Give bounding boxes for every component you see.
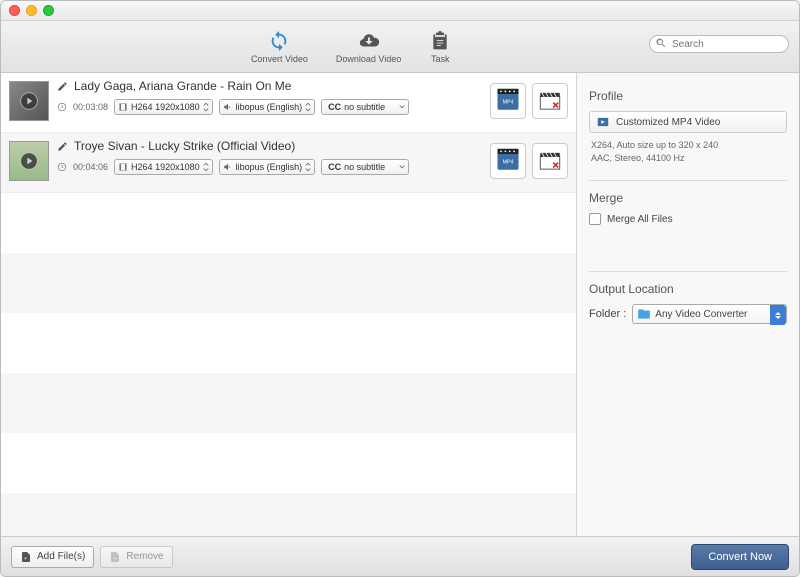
video-item[interactable]: Troye Sivan - Lucky Strike (Official Vid… xyxy=(1,133,576,193)
stepper-icon xyxy=(202,101,210,113)
video-duration: 00:04:06 xyxy=(73,162,108,172)
convert-video-button[interactable]: Convert Video xyxy=(251,30,308,64)
stepper-icon xyxy=(304,161,312,173)
search-icon xyxy=(655,37,667,49)
video-thumbnail[interactable] xyxy=(9,141,49,181)
film-icon xyxy=(118,162,128,172)
remove-button[interactable]: Remove xyxy=(100,546,172,568)
svg-text:MP4: MP4 xyxy=(503,100,514,106)
footer: Add File(s) Remove Convert Now xyxy=(1,536,799,576)
cloud-download-icon xyxy=(358,30,380,52)
svg-text:MP4: MP4 xyxy=(503,160,514,166)
sidebar: Profile Customized MP4 Video X264, Auto … xyxy=(577,73,799,536)
mp4-icon: MP4 xyxy=(494,147,522,175)
merge-all-checkbox[interactable] xyxy=(589,213,601,225)
output-format-button[interactable]: MP4 xyxy=(490,143,526,179)
video-title: Troye Sivan - Lucky Strike (Official Vid… xyxy=(74,139,295,153)
video-title: Lady Gaga, Ariana Grande - Rain On Me xyxy=(74,79,291,93)
subtitle-select[interactable]: CC no subtitle xyxy=(321,159,409,175)
window-close-button[interactable] xyxy=(9,5,20,16)
mp4-icon: MP4 xyxy=(494,87,522,115)
search-input[interactable] xyxy=(649,35,789,53)
subtitle-select[interactable]: CC no subtitle xyxy=(321,99,409,115)
profile-select[interactable]: Customized MP4 Video xyxy=(589,111,787,133)
folder-icon xyxy=(637,307,651,321)
stepper-icon xyxy=(202,161,210,173)
output-location-heading: Output Location xyxy=(589,282,787,296)
output-format-button[interactable]: MP4 xyxy=(490,83,526,119)
video-item[interactable]: Lady Gaga, Ariana Grande - Rain On Me 00… xyxy=(1,73,576,133)
video-duration: 00:03:08 xyxy=(73,102,108,112)
output-folder-label: Folder : xyxy=(589,308,626,320)
merge-all-label: Merge All Files xyxy=(607,214,673,225)
merge-heading: Merge xyxy=(589,191,787,205)
clapper-icon xyxy=(537,88,563,114)
window-minimize-button[interactable] xyxy=(26,5,37,16)
task-button[interactable]: Task xyxy=(429,30,451,64)
stepper-icon xyxy=(304,101,312,113)
film-icon xyxy=(118,102,128,112)
chevron-down-icon xyxy=(398,161,406,173)
edit-video-button[interactable] xyxy=(532,143,568,179)
stepper-icon xyxy=(770,305,786,325)
chevron-down-icon xyxy=(398,101,406,113)
clock-icon xyxy=(57,162,67,172)
format-select[interactable]: H264 1920x1080 xyxy=(114,99,213,115)
toolbar: Convert Video Download Video Task xyxy=(1,21,799,73)
edit-video-button[interactable] xyxy=(532,83,568,119)
convert-now-button[interactable]: Convert Now xyxy=(691,544,789,570)
play-icon xyxy=(19,151,39,171)
pencil-icon[interactable] xyxy=(57,141,68,152)
download-video-button[interactable]: Download Video xyxy=(336,30,401,64)
audio-select[interactable]: libopus (English) xyxy=(219,159,316,175)
refresh-icon xyxy=(268,30,290,52)
clock-icon xyxy=(57,102,67,112)
format-select[interactable]: H264 1920x1080 xyxy=(114,159,213,175)
convert-video-label: Convert Video xyxy=(251,54,308,64)
titlebar xyxy=(1,1,799,21)
download-video-label: Download Video xyxy=(336,54,401,64)
clipboard-icon xyxy=(429,30,451,52)
task-label: Task xyxy=(431,54,450,64)
speaker-icon xyxy=(223,102,233,112)
speaker-icon xyxy=(223,162,233,172)
window-maximize-button[interactable] xyxy=(43,5,54,16)
add-files-button[interactable]: Add File(s) xyxy=(11,546,94,568)
remove-file-icon xyxy=(109,551,121,563)
clapper-icon xyxy=(537,148,563,174)
audio-select[interactable]: libopus (English) xyxy=(219,99,316,115)
video-list: Lady Gaga, Ariana Grande - Rain On Me 00… xyxy=(1,73,577,536)
video-file-icon xyxy=(596,115,610,129)
add-file-icon xyxy=(20,551,32,563)
profile-heading: Profile xyxy=(589,89,787,103)
pencil-icon[interactable] xyxy=(57,81,68,92)
profile-detail: X264, Auto size up to 320 x 240 AAC, Ste… xyxy=(589,133,787,174)
play-icon xyxy=(19,91,39,111)
output-folder-select[interactable]: Any Video Converter xyxy=(632,304,787,324)
video-thumbnail[interactable] xyxy=(9,81,49,121)
